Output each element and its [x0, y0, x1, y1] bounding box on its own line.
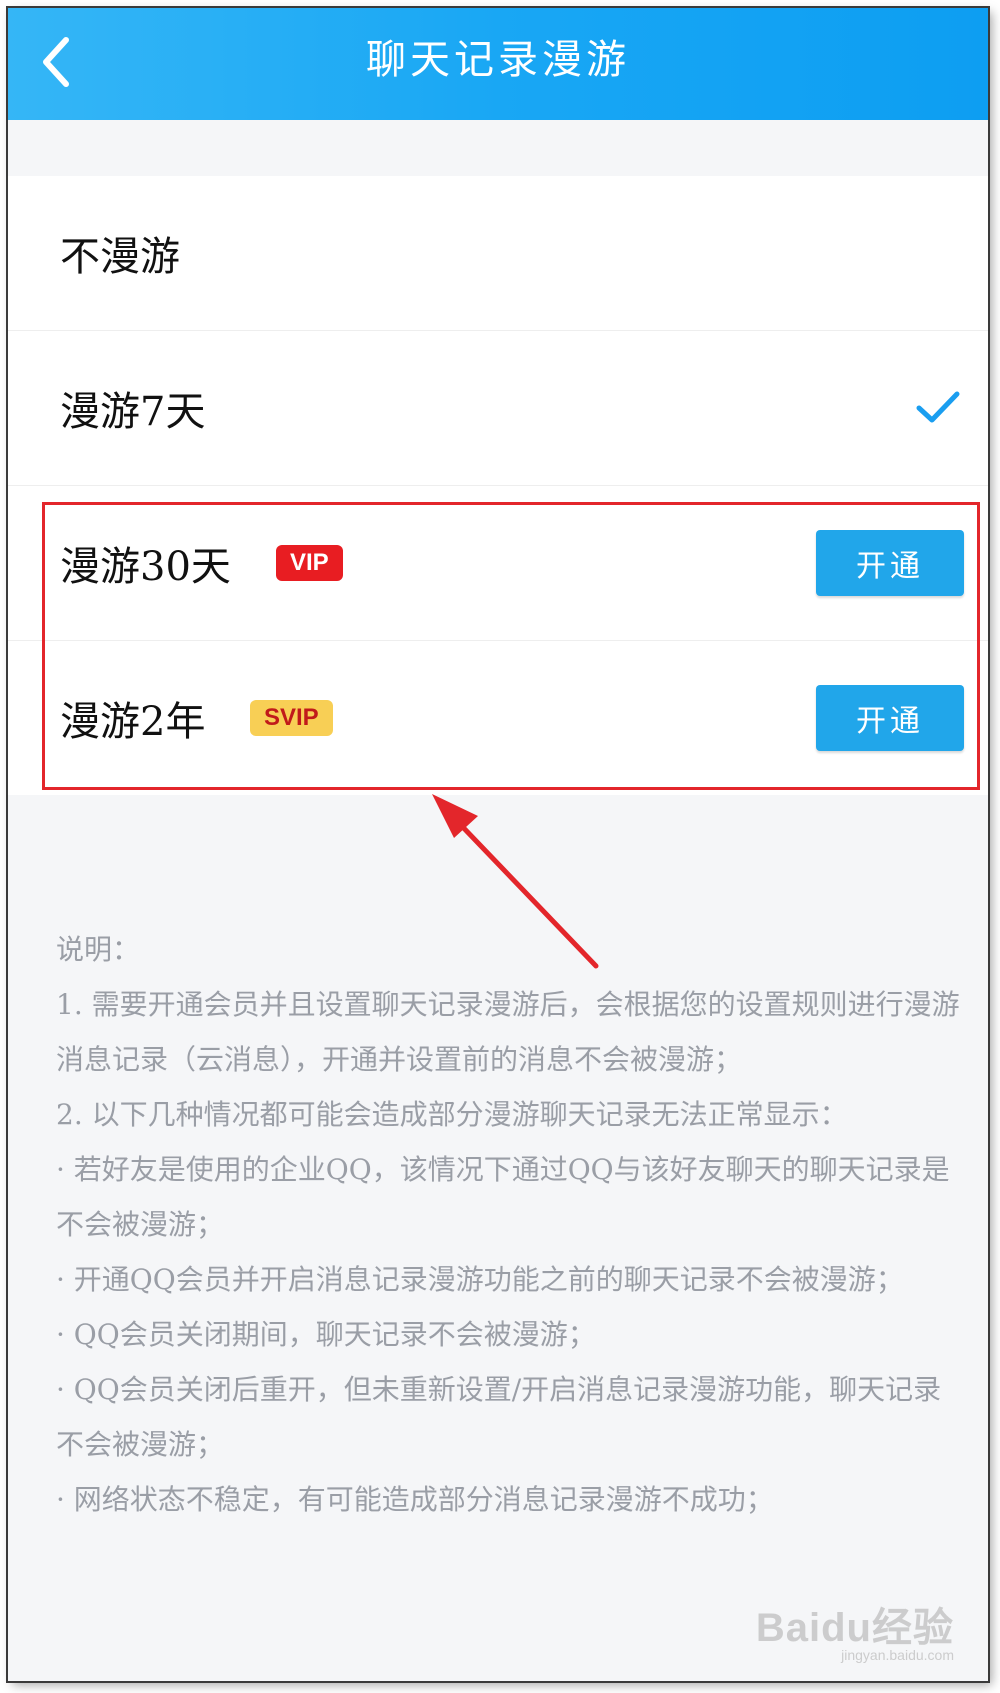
notes-bullet: · 开通QQ会员并开启消息记录漫游功能之前的聊天记录不会被漫游； [56, 1263, 904, 1296]
notes-item: 2. 以下几种情况都可能会造成部分漫游聊天记录无法正常显示： [56, 1098, 848, 1131]
svip-badge: SVIP [250, 700, 333, 736]
option-roaming-30-days[interactable]: 漫游30天 VIP 开通 [8, 486, 988, 641]
app-frame: 聊天记录漫游 不漫游 漫游7天 漫游30天 VIP 开通 漫游2年 SVIP 开… [8, 8, 988, 1681]
title-bar: 聊天记录漫游 [8, 8, 988, 120]
option-roaming-2-years[interactable]: 漫游2年 SVIP 开通 [8, 641, 988, 795]
checkmark-icon [916, 391, 960, 423]
roaming-options-list: 不漫游 漫游7天 漫游30天 VIP 开通 漫游2年 SVIP 开通 [8, 176, 988, 795]
roaming-notes: 说明： 1. 需要开通会员并且设置聊天记录漫游后，会根据您的设置规则进行漫游消息… [56, 922, 962, 1527]
option-roaming-7-days[interactable]: 漫游7天 [8, 331, 988, 486]
watermark-logo: Baidu经验 [755, 1606, 954, 1650]
vip-badge: VIP [276, 545, 343, 581]
open-vip-button[interactable]: 开通 [816, 530, 964, 596]
open-svip-button[interactable]: 开通 [816, 685, 964, 751]
notes-heading: 说明： [56, 933, 141, 966]
option-label: 漫游2年 [60, 699, 206, 745]
page-title: 聊天记录漫游 [366, 37, 630, 83]
notes-bullet: · 若好友是使用的企业QQ，该情况下通过QQ与该好友聊天的聊天记录是不会被漫游； [56, 1153, 950, 1241]
option-label: 漫游30天 [60, 544, 231, 590]
option-no-roaming[interactable]: 不漫游 [8, 176, 988, 331]
option-label: 不漫游 [60, 234, 180, 280]
notes-bullet: · 网络状态不稳定，有可能造成部分消息记录漫游不成功； [56, 1483, 774, 1516]
baidu-watermark: Baidu经验 jingyan.baidu.com [756, 1595, 954, 1663]
notes-item: 1. 需要开通会员并且设置聊天记录漫游后，会根据您的设置规则进行漫游消息记录（云… [56, 988, 960, 1076]
notes-bullet: · QQ会员关闭期间，聊天记录不会被漫游； [56, 1318, 596, 1351]
option-label: 漫游7天 [60, 389, 206, 435]
notes-bullet: · QQ会员关闭后重开，但未重新设置/开启消息记录漫游功能，聊天记录不会被漫游； [56, 1373, 942, 1461]
